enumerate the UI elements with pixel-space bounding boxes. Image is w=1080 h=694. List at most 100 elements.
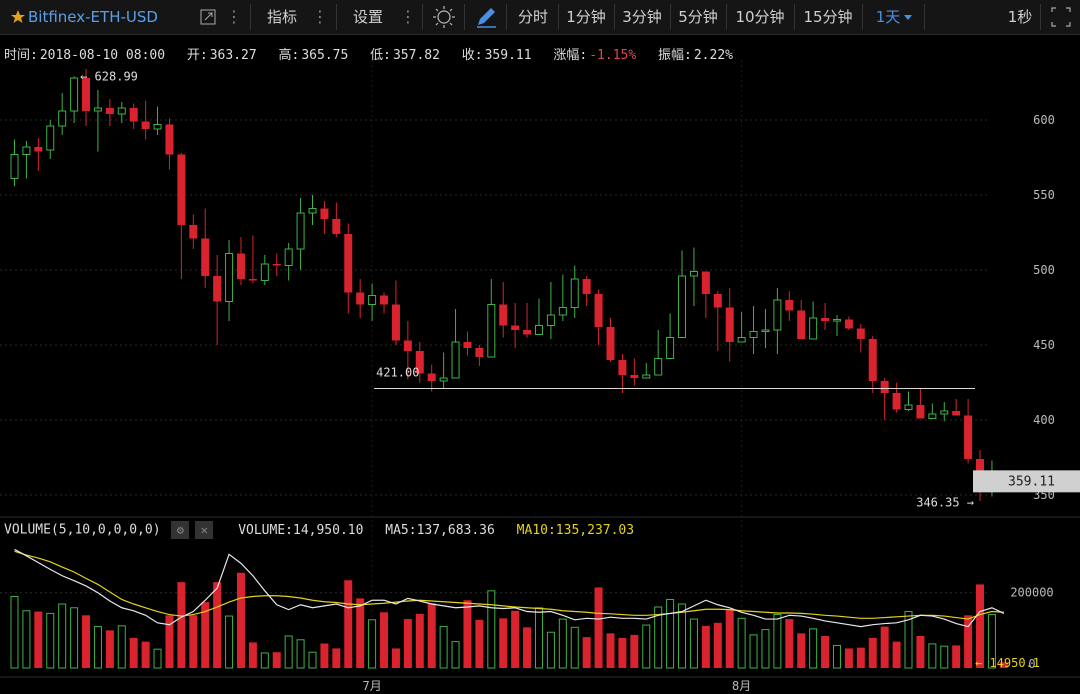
candle-body-down: [34, 147, 43, 152]
tab-period-5[interactable]: 15分钟: [796, 0, 860, 34]
volume-bar-down: [594, 587, 603, 668]
ma10-value: MA10:135,237.03: [516, 522, 635, 538]
candle-body-up: [570, 278, 579, 308]
candlestick-chart[interactable]: 350 400 450 500 550 600 200000 0 7月 8月 421.00 ← 628…: [0, 0, 1080, 694]
volume-bar-down: [248, 642, 257, 668]
chevron-down-icon[interactable]: [902, 0, 914, 34]
volume-bar-up: [308, 651, 317, 669]
candle-body-up: [928, 413, 937, 419]
candle-body-down: [964, 415, 973, 459]
volume-bar-down: [141, 641, 150, 668]
settings-button[interactable]: 设置: [344, 0, 392, 34]
popout-icon[interactable]: [198, 0, 218, 34]
volume-bar-up: [117, 625, 126, 669]
volume-bar-up: [654, 606, 663, 669]
indicators-menu-icon[interactable]: ⋮: [312, 0, 328, 34]
volume-bar-down: [499, 618, 508, 668]
tab-period-4[interactable]: 10分钟: [728, 0, 792, 34]
volume-bar-up: [678, 603, 687, 669]
current-price-label: 359.11: [1008, 474, 1055, 489]
candle-body-up: [904, 404, 913, 410]
volume-bar-up: [689, 618, 698, 669]
ohlc-info-bar: 时间: 2018-08-10 08:00 开: 363.27 高: 365.75 低:…: [4, 44, 735, 63]
volume-bar-down: [880, 626, 889, 668]
tab-period-3[interactable]: 5分钟: [672, 0, 724, 34]
volume-info-bar: VOLUME(5,10,0,0,0,0) ⚙ ✕ VOLUME:14,950.10…: [4, 521, 634, 539]
volume-bar-down: [165, 615, 174, 668]
candle-body-down: [952, 411, 961, 416]
volume-tick-label: 0: [1028, 657, 1035, 671]
volume-bar-down: [606, 633, 615, 668]
volume-value: VOLUME:14,950.10: [238, 522, 364, 538]
volume-bar-up: [58, 603, 67, 669]
candle-body-down: [105, 108, 114, 114]
draw-pencil-icon[interactable]: [472, 0, 500, 34]
symbol-selector[interactable]: Bitfinex-ETH-USD: [28, 0, 178, 34]
candle-body-down: [475, 348, 484, 357]
candle-body-down: [201, 238, 210, 276]
volume-bar-up: [809, 628, 818, 669]
change-value: -1.15%: [589, 48, 637, 63]
candle-body-up: [534, 325, 543, 335]
amplitude-value: 2.22%: [693, 48, 733, 63]
gear-icon[interactable]: ⚙: [171, 521, 190, 539]
tab-separator: [794, 4, 795, 30]
volume-bar-up: [987, 614, 996, 669]
volume-bar-down: [868, 637, 877, 668]
candle-body-up: [546, 314, 555, 326]
star-icon[interactable]: [10, 0, 26, 34]
candle-body-down: [785, 300, 794, 311]
volume-bar-down: [916, 636, 925, 668]
close-icon[interactable]: ✕: [195, 521, 214, 539]
volume-bar-up: [558, 618, 567, 669]
tab-separator: [558, 4, 559, 30]
candle-body-down: [618, 360, 627, 375]
refresh-interval-label[interactable]: 1秒: [990, 0, 1050, 34]
tab-period-0[interactable]: 分时: [510, 0, 556, 34]
volume-bar-down: [511, 610, 520, 668]
ma5-value: MA5:137,683.36: [385, 522, 495, 538]
candle-body-down: [415, 351, 424, 374]
candle-body-down: [165, 124, 174, 155]
fullscreen-icon[interactable]: [1046, 0, 1076, 34]
candle-body-up: [642, 374, 651, 379]
tab-period-1[interactable]: 1分钟: [560, 0, 612, 34]
candle-body-up: [46, 125, 55, 151]
candle-body-up: [761, 329, 770, 332]
settings-menu-icon[interactable]: ⋮: [400, 0, 416, 34]
ma10-line: [14, 550, 1004, 620]
max-price-label: ← 628.99: [80, 70, 138, 84]
candle-body-down: [856, 328, 865, 339]
volume-bar-up: [10, 595, 19, 669]
tab-period-2[interactable]: 3分钟: [616, 0, 668, 34]
candle-body-down: [320, 208, 329, 219]
high-value: 365.75: [301, 48, 349, 63]
candle-body-down: [976, 459, 985, 491]
volume-bar-down: [856, 647, 865, 668]
time-label: 时间:: [4, 48, 38, 63]
volume-bar-down: [391, 648, 400, 668]
price-tick-label: 500: [1033, 263, 1055, 277]
price-tick-label: 550: [1033, 188, 1055, 202]
candle-body-up: [58, 110, 67, 127]
volume-bar-down: [618, 637, 627, 668]
volume-bar-up: [940, 645, 949, 669]
volume-bar-down: [320, 643, 329, 668]
indicators-button[interactable]: 指标: [258, 0, 306, 34]
current-volume-label: ← 14950.1: [975, 656, 1040, 670]
volume-bar-up: [737, 617, 746, 669]
candle-body-down: [213, 276, 222, 302]
theme-sun-icon[interactable]: [430, 0, 458, 34]
candle-body-down: [177, 154, 186, 225]
volume-tick-label: 200000: [1010, 586, 1053, 600]
candle-body-down: [141, 121, 150, 129]
volume-bar-up: [666, 598, 675, 669]
volume-bar-up: [761, 629, 770, 669]
candle-body-up: [558, 307, 567, 316]
price-tick-label: 450: [1033, 338, 1055, 352]
symbol-menu-icon[interactable]: ⋮: [226, 0, 242, 34]
volume-bar-down: [344, 580, 353, 668]
candle-body-down: [403, 340, 412, 351]
volume-bar-up: [928, 643, 937, 669]
candle-body-down: [272, 264, 281, 266]
